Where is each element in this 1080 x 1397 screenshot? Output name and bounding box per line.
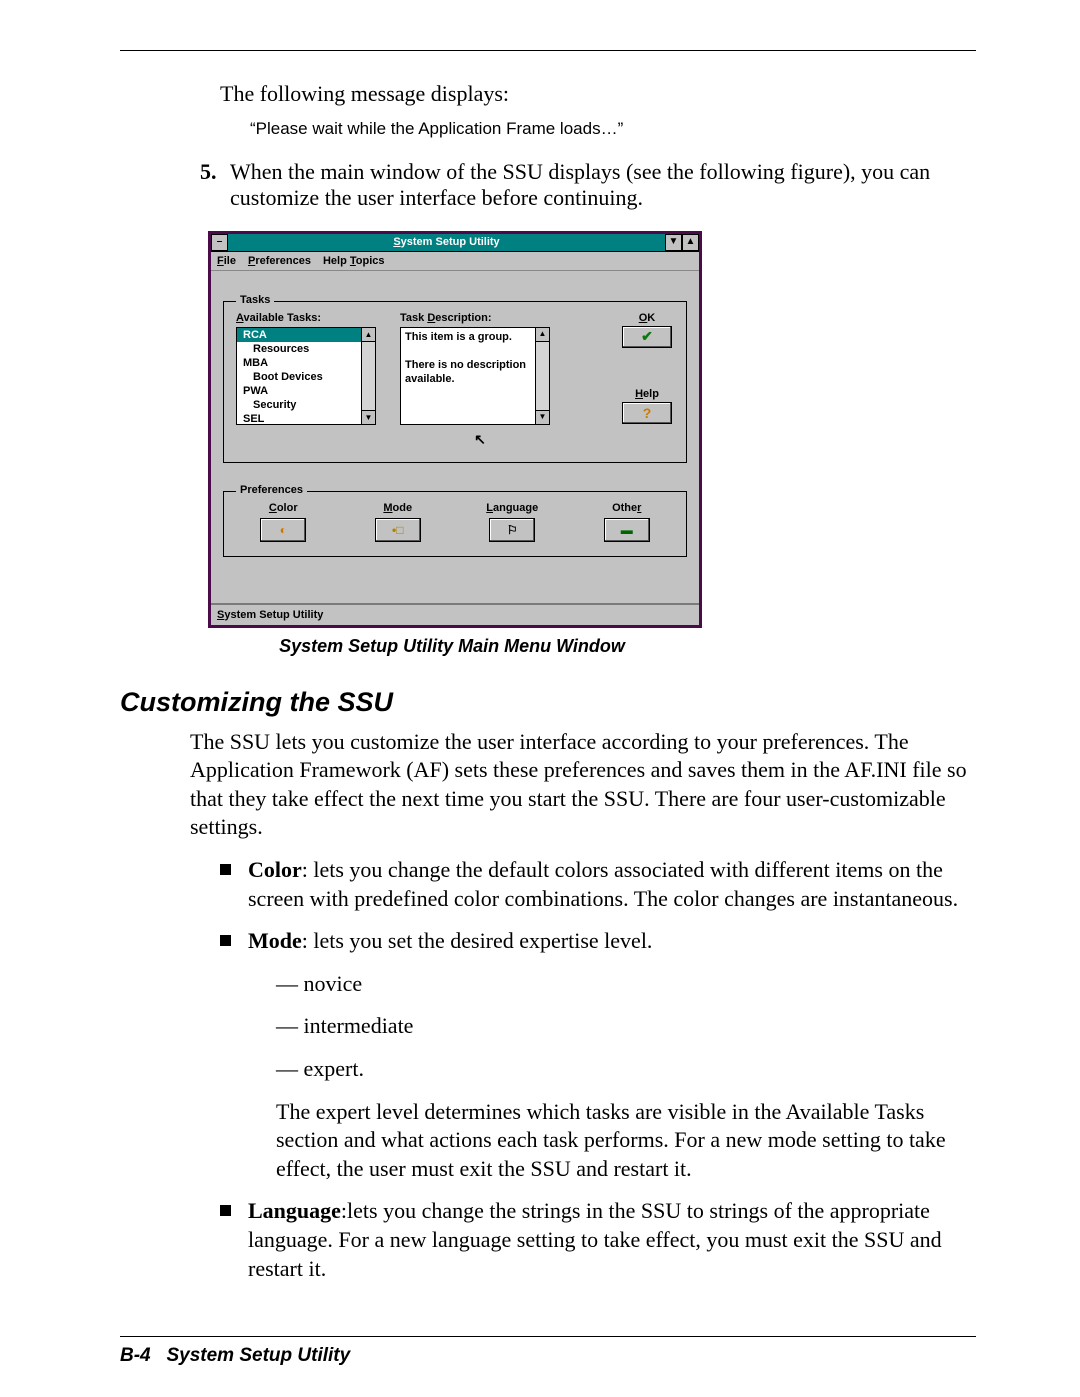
figure-caption: System Setup Utility Main Menu Window [208,636,696,657]
titlebar: – System Setup Utility ▼ ▲ [211,234,699,252]
mode-after-paragraph: The expert level determines which tasks … [276,1098,976,1184]
desc-scrollbar[interactable]: ▲ ▼ [535,327,550,425]
bullet-mode: Mode: lets you set the desired expertise… [220,927,976,1183]
mode-level: expert. [276,1055,976,1084]
palette-icon: ◐ [280,523,287,537]
menubar: File Preferences Help Topics [211,252,699,271]
scroll-down-icon[interactable]: ▼ [362,410,375,424]
available-tasks-label: Available Tasks: [236,312,386,324]
pref-color-button[interactable]: ◐ [260,518,306,542]
statusbar: System Setup Utility [211,603,699,625]
scroll-up-icon[interactable]: ▲ [536,328,549,342]
mode-level: novice [276,970,976,999]
step-5: 5. When the main window of the SSU displ… [200,159,976,211]
menu-preferences[interactable]: Preferences [248,255,311,267]
available-tasks-list[interactable]: RCAResourcesMBABoot DevicesPWASecuritySE… [236,327,376,425]
other-icon: ▬ [621,523,633,537]
scroll-up-icon[interactable]: ▲ [362,328,375,342]
globe-icon: ⚐ [507,523,518,537]
system-menu-icon[interactable]: – [211,234,228,251]
ok-button[interactable]: ✔ [622,326,672,348]
preferences-group: Preferences Color ◐ Mode •□ Language ⚐ [223,491,687,557]
pref-mode-button[interactable]: •□ [375,518,421,542]
task-item[interactable]: Resources [237,342,375,356]
wait-quote: “Please wait while the Application Frame… [250,119,976,139]
menu-help-topics[interactable]: Help Topics [323,255,385,267]
tasks-group: Tasks Available Tasks: RCAResourcesMBABo… [223,301,687,463]
step-text: When the main window of the SSU displays… [230,159,976,211]
help-button[interactable]: ? [622,402,672,424]
help-label: Help [620,388,674,400]
window-title: System Setup Utility [228,234,665,251]
task-item[interactable]: SEL [237,412,375,426]
cursor-icon: ↖ [400,431,560,448]
scroll-down-icon[interactable]: ▼ [536,410,549,424]
intro-line: The following message displays: [220,79,976,109]
task-description-label: Task Description: [400,312,560,324]
mode-icon: •□ [392,523,403,537]
pref-other-label: Other [600,502,655,514]
maximize-icon[interactable]: ▲ [682,234,699,251]
ssu-screenshot: – System Setup Utility ▼ ▲ File Preferen… [208,231,976,628]
heading-customizing: Customizing the SSU [120,687,976,718]
customizing-paragraph: The SSU lets you customize the user inte… [190,728,976,842]
task-item[interactable]: MBA [237,356,375,370]
page-footer: B-4 System Setup Utility [120,1345,350,1367]
task-item[interactable]: RCA [237,328,375,342]
bullet-color: Color: lets you change the default color… [220,856,976,913]
step-number: 5. [200,159,230,211]
task-item[interactable]: Security [237,398,375,412]
pref-color-label: Color [256,502,311,514]
bullet-language: Language:lets you change the strings in … [220,1197,976,1283]
pref-language-label: Language [485,502,540,514]
tasks-legend: Tasks [236,294,274,306]
minimize-icon[interactable]: ▼ [665,234,682,251]
preferences-legend: Preferences [236,484,307,496]
task-item[interactable]: Boot Devices [237,370,375,384]
pref-language-button[interactable]: ⚐ [489,518,535,542]
task-description-box: This item is a group. There is no descri… [400,327,550,425]
pref-other-button[interactable]: ▬ [604,518,650,542]
mode-level: intermediate [276,1012,976,1041]
pref-mode-label: Mode [371,502,426,514]
menu-file[interactable]: File [217,255,236,267]
task-item[interactable]: PWA [237,384,375,398]
ok-label: OK [620,312,674,324]
tasks-scrollbar[interactable]: ▲ ▼ [361,327,376,425]
